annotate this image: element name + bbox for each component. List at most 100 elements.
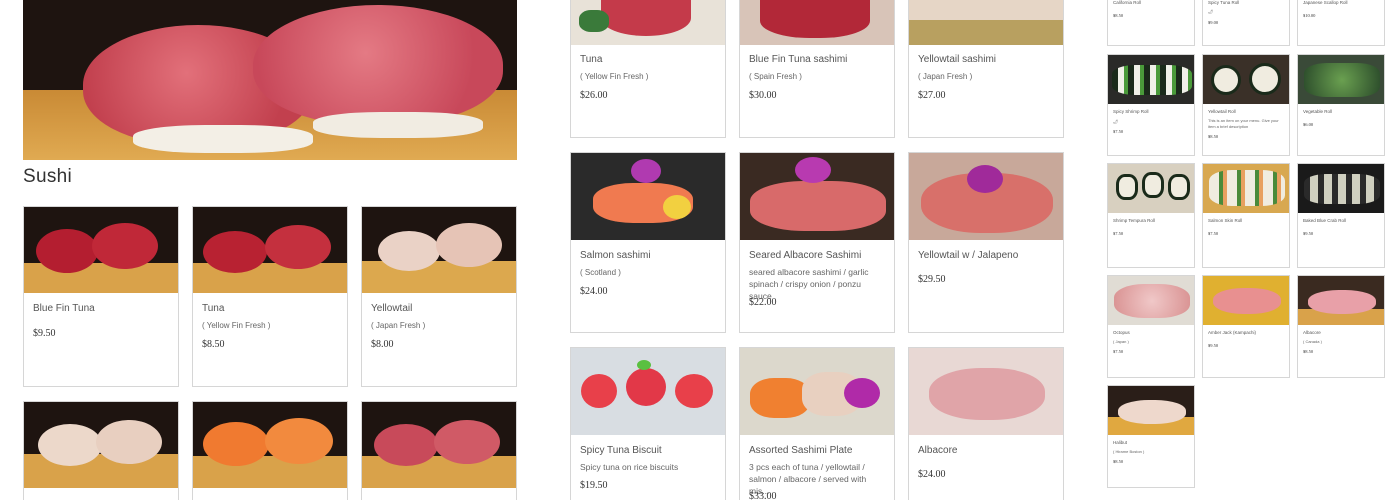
item-origin: ( Yellow Fin Fresh ) — [580, 72, 649, 81]
item-price: $8.50 — [1113, 459, 1124, 464]
item-origin: ( Hirame Boston ) — [1113, 449, 1145, 454]
item-photo — [1203, 276, 1289, 325]
item-origin: ( Scotland ) — [580, 268, 621, 277]
item-photo — [193, 402, 347, 488]
item-photo — [740, 153, 894, 240]
item-name: Octopus — [1113, 330, 1130, 335]
item-name: Spicy Tuna Roll — [1208, 0, 1240, 5]
item-origin: ( Japan Fresh ) — [371, 321, 426, 330]
menu-item-card[interactable]: Albacore ( Canada ) $8.50 — [1297, 275, 1385, 378]
item-photo — [1108, 386, 1194, 435]
item-photo — [909, 153, 1063, 240]
item-name: Blue Fin Tuna — [33, 303, 95, 314]
item-photo — [1298, 276, 1384, 325]
sushi-hero-photo — [23, 0, 517, 160]
item-photo — [571, 0, 725, 45]
menu-item-card[interactable]: Yellowtail ( Japan Fresh ) $8.00 — [361, 206, 517, 387]
item-name: Salmon sashimi — [580, 250, 651, 261]
item-name: Spicy Tuna Biscuit — [580, 445, 662, 456]
item-name: Japanese Scallop Roll — [1303, 0, 1348, 5]
item-photo — [740, 348, 894, 435]
item-description: This is an item on your menu. Give your … — [1208, 118, 1279, 129]
item-photo — [362, 402, 516, 488]
menu-item-card[interactable]: Albacore $24.00 — [908, 347, 1064, 500]
item-price: $10.00 — [1303, 13, 1316, 18]
item-price: $27.00 — [918, 90, 946, 101]
item-price: $7.50 — [1113, 349, 1124, 354]
item-name: Shrimp Tempura Roll — [1113, 218, 1155, 223]
menu-item-card[interactable]: Japanese Scallop Roll $10.00 — [1297, 0, 1385, 46]
item-description: Spicy tuna on rice biscuits — [580, 462, 679, 472]
item-price: $24.00 — [918, 469, 946, 480]
item-price: $7.50 — [1113, 129, 1124, 134]
item-name: Yellowtail w / Jalapeno — [918, 250, 1019, 261]
item-price: $8.50 — [1113, 13, 1124, 18]
item-name: Tuna — [202, 303, 225, 314]
item-price: $9.50 — [33, 328, 56, 339]
item-name: Halibut — [1113, 440, 1128, 445]
item-name: Yellowtail Roll — [1208, 109, 1236, 114]
item-name: Albacore — [918, 445, 958, 456]
menu-item-card[interactable]: Octopus ( Japan ) $7.50 — [1107, 275, 1195, 378]
menu-item-card[interactable]: Halibut ( Hirame Boston ) $8.50 — [1107, 385, 1195, 488]
item-photo — [909, 348, 1063, 435]
item-name: Salmon Skin Roll — [1208, 218, 1243, 223]
menu-item-card[interactable]: Blue Fin Tuna sashimi ( Spain Fresh ) $3… — [739, 0, 895, 138]
item-price: $26.00 — [580, 90, 608, 101]
menu-item-card[interactable]: Shrimp Tempura Roll $7.50 — [1107, 163, 1195, 268]
menu-item-card[interactable]: Assorted Sashimi Plate 3 pcs each of tun… — [739, 347, 895, 500]
menu-item-card[interactable]: Yellowtail w / Jalapeno $29.50 — [908, 152, 1064, 333]
item-name: Assorted Sashimi Plate — [749, 445, 853, 456]
menu-item-card[interactable]: Yellowtail sashimi ( Japan Fresh ) $27.0… — [908, 0, 1064, 138]
item-photo — [1298, 55, 1384, 104]
item-price: $8.50 — [202, 339, 225, 350]
item-photo — [193, 207, 347, 293]
menu-item-card[interactable]: Yellowtail Roll This is an item on your … — [1202, 54, 1290, 156]
menu-item-card[interactable]: Seared Albacore Sashimi seared albacore … — [739, 152, 895, 333]
item-photo — [1108, 276, 1194, 325]
item-name: Seared Albacore Sashimi — [749, 250, 862, 261]
item-name: Baked Blue Crab Roll — [1303, 218, 1347, 223]
menu-item-card[interactable]: California Roll $8.50 — [1107, 0, 1195, 46]
item-price: $9.50 — [1303, 231, 1314, 236]
item-name: Blue Fin Tuna sashimi — [749, 54, 848, 65]
item-price: $7.50 — [1208, 231, 1219, 236]
item-photo — [740, 0, 894, 45]
item-photo — [362, 207, 516, 293]
item-origin: ( Canada ) — [1303, 339, 1322, 344]
item-price: $33.00 — [749, 491, 777, 500]
menu-item-card[interactable]: Blue Fin Tuna $9.50 — [23, 206, 179, 387]
item-price: $24.00 — [580, 286, 608, 297]
item-price: $22.00 — [749, 297, 777, 308]
item-photo — [909, 0, 1063, 45]
menu-item-card[interactable]: Vegetable Roll $6.00 — [1297, 54, 1385, 156]
item-photo — [1298, 164, 1384, 213]
item-name: Yellowtail — [371, 303, 413, 314]
item-name: Spicy Shrimp Roll — [1113, 109, 1149, 114]
item-price: $9.50 — [1208, 343, 1219, 348]
menu-item-card[interactable] — [361, 401, 517, 500]
item-price: $19.50 — [580, 480, 608, 491]
menu-item-card[interactable]: Amber Jack (Kampachi) $9.50 — [1202, 275, 1290, 378]
section-title: Sushi — [23, 166, 73, 187]
item-price: $6.00 — [1303, 122, 1314, 127]
menu-item-card[interactable]: Tuna ( Yellow Fin Fresh ) $8.50 — [192, 206, 348, 387]
menu-item-card[interactable]: Tuna ( Yellow Fin Fresh ) $26.00 — [570, 0, 726, 138]
item-price: $8.50 — [1208, 134, 1219, 139]
menu-item-card[interactable]: Spicy Shrimp Roll 🌶 $7.50 — [1107, 54, 1195, 156]
menu-item-card[interactable]: Salmon sashimi ( Scotland ) $24.00 — [570, 152, 726, 333]
item-name: Yellowtail sashimi — [918, 54, 996, 65]
item-photo — [1203, 164, 1289, 213]
item-photo — [571, 348, 725, 435]
menu-item-card[interactable] — [23, 401, 179, 500]
menu-item-card[interactable]: Spicy Tuna Roll 🌶 $9.00 — [1202, 0, 1290, 46]
menu-item-card[interactable]: Spicy Tuna Biscuit Spicy tuna on rice bi… — [570, 347, 726, 500]
menu-item-card[interactable]: Salmon Skin Roll $7.50 — [1202, 163, 1290, 268]
menu-item-card[interactable] — [192, 401, 348, 500]
item-price: $9.00 — [1208, 20, 1219, 25]
item-photo — [24, 402, 178, 488]
item-photo — [1203, 55, 1289, 104]
item-photo — [24, 207, 178, 293]
menu-item-card[interactable]: Baked Blue Crab Roll $9.50 — [1297, 163, 1385, 268]
item-origin: ( Yellow Fin Fresh ) — [202, 321, 271, 330]
